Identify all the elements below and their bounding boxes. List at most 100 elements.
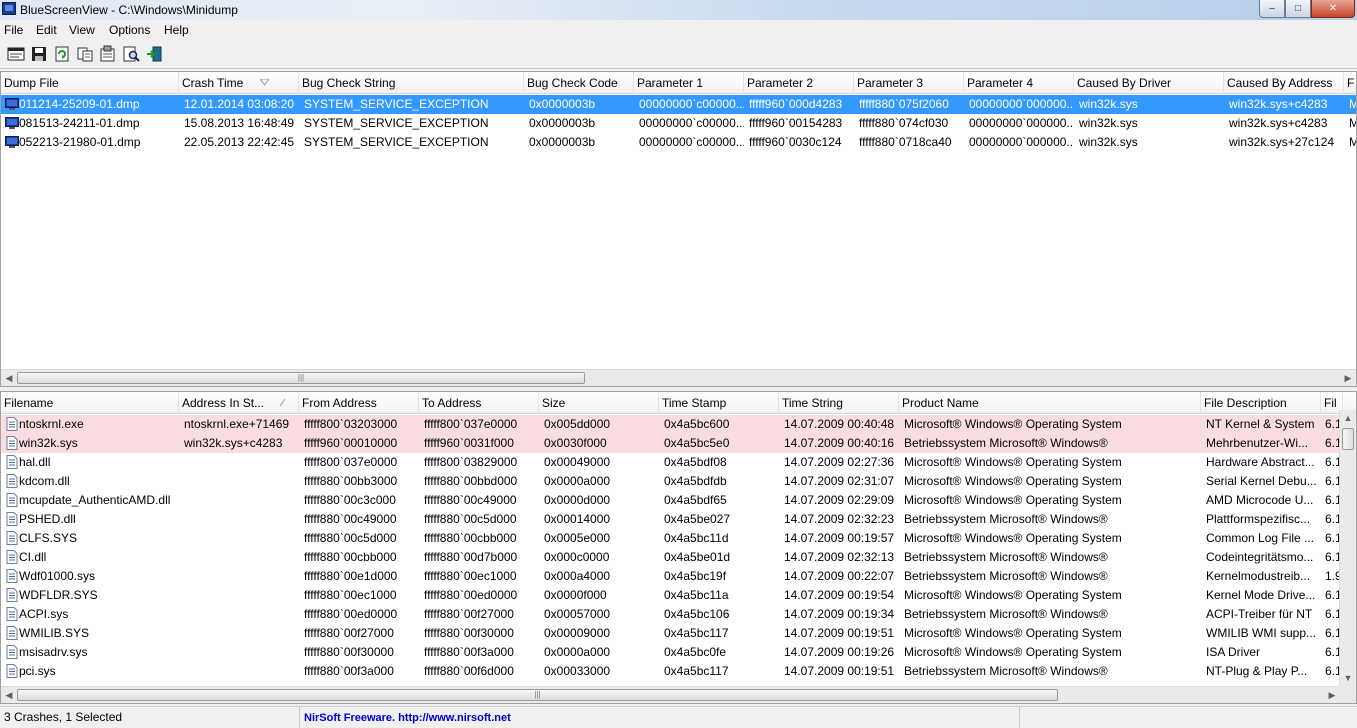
col-filename[interactable]: Filename bbox=[1, 392, 179, 414]
menu-edit[interactable]: Edit bbox=[36, 23, 57, 37]
table-cell: Mehrbenutzer-Wi... bbox=[1206, 436, 1309, 450]
table-row[interactable]: WMILIB.SYS fffff880`00f27000 fffff880`00f3… bbox=[1, 624, 1339, 643]
dump-list-hscrollbar[interactable]: ◀ ||| ▶ bbox=[1, 369, 1356, 386]
table-row[interactable]: hal.dll fffff800`037e0000 fffff800`0382900… bbox=[1, 453, 1339, 472]
table-cell: fffff800`037e0000 bbox=[424, 417, 518, 431]
table-cell: fffff880`00f3a000 bbox=[304, 664, 394, 678]
col-product-name[interactable]: Product Name bbox=[899, 392, 1201, 414]
table-row[interactable]: 052213-21980-01.dmp 22.05.2013 22:42:45 SY… bbox=[1, 133, 1356, 152]
table-row[interactable]: mcupdate_AuthenticAMD.dll fffff880`00c3c0… bbox=[1, 491, 1339, 510]
driver-file-icon bbox=[6, 436, 18, 450]
table-row[interactable]: win32k.sys win32k.sys+c4283 fffff960`00010… bbox=[1, 434, 1339, 453]
table-cell: 0x4a5bc117 bbox=[664, 664, 729, 678]
close-button[interactable]: ✕ bbox=[1311, 0, 1355, 18]
table-cell: win32k.sys+c4283 bbox=[1229, 116, 1328, 130]
table-row[interactable]: pci.sys fffff880`00f3a000 fffff880`00f6d00… bbox=[1, 662, 1339, 681]
col-crash-time[interactable]: Crash Time bbox=[179, 72, 299, 94]
col-more[interactable]: F bbox=[1344, 72, 1356, 94]
refresh-icon[interactable] bbox=[53, 45, 71, 63]
table-cell: Serial Kernel Debu... bbox=[1206, 474, 1317, 488]
table-cell bbox=[184, 453, 299, 472]
col-bug-check-string[interactable]: Bug Check String bbox=[299, 72, 524, 94]
col-from-address[interactable]: From Address bbox=[299, 392, 419, 414]
table-row[interactable]: Wdf01000.sys fffff880`00e1d000 fffff880`00… bbox=[1, 567, 1339, 586]
nirsoft-link[interactable]: NirSoft Freeware. http://www.nirsoft.net bbox=[304, 712, 511, 724]
menu-view[interactable]: View bbox=[69, 23, 95, 37]
table-row[interactable]: CI.dll fffff880`00cbb000 fffff880`00d7b000… bbox=[1, 548, 1339, 567]
table-cell: 14.07.2009 02:29:09 bbox=[784, 493, 895, 507]
col-caused-by-driver[interactable]: Caused By Driver bbox=[1074, 72, 1224, 94]
table-cell: fffff880`00f30000 bbox=[304, 645, 394, 659]
col-dump-file[interactable]: Dump File bbox=[1, 72, 179, 94]
col-parameter-4[interactable]: Parameter 4 bbox=[964, 72, 1074, 94]
table-cell: 0x0005e000 bbox=[544, 531, 611, 545]
driver-list-hscrollbar[interactable]: ◀ ||| ▶ bbox=[1, 686, 1340, 703]
find-icon[interactable] bbox=[122, 45, 140, 63]
copy-icon[interactable] bbox=[76, 45, 94, 63]
scroll-down-icon[interactable]: ▼ bbox=[1340, 670, 1356, 686]
scroll-right-icon[interactable]: ▶ bbox=[1324, 687, 1340, 703]
scroll-right-icon[interactable]: ▶ bbox=[1340, 370, 1356, 386]
table-cell: 0x4a5bc11a bbox=[664, 588, 729, 602]
driver-list-vscrollbar[interactable]: ▲ ▼ bbox=[1339, 410, 1356, 686]
drivers-list[interactable]: Filename Address In St... From Address T… bbox=[0, 391, 1357, 704]
col-size[interactable]: Size bbox=[539, 392, 659, 414]
table-cell: win32k.sys bbox=[1079, 135, 1138, 149]
table-row[interactable]: 081513-24211-01.dmp 15.08.2013 16:48:49 SY… bbox=[1, 114, 1356, 133]
save-icon[interactable] bbox=[30, 45, 48, 63]
table-cell: 0x4a5bdfdb bbox=[664, 474, 727, 488]
table-cell: 0x0000003b bbox=[529, 97, 596, 111]
maximize-button[interactable]: □ bbox=[1285, 0, 1311, 18]
table-row[interactable]: kdcom.dll fffff880`00bb3000 fffff880`00bbd… bbox=[1, 472, 1339, 491]
table-row[interactable]: WDFLDR.SYS fffff880`00ec1000 fffff880`00ed… bbox=[1, 586, 1339, 605]
exit-icon[interactable] bbox=[145, 45, 163, 63]
table-cell: fffff960`00154283 bbox=[749, 116, 843, 130]
col-caused-by-address[interactable]: Caused By Address bbox=[1224, 72, 1344, 94]
table-cell: 14.07.2009 02:32:13 bbox=[784, 550, 895, 564]
table-cell: WMILIB.SYS bbox=[19, 626, 90, 640]
table-row[interactable]: msisadrv.sys fffff880`00f30000 fffff880`00… bbox=[1, 643, 1339, 662]
table-cell: fffff880`00c5d000 bbox=[424, 512, 517, 526]
table-row[interactable]: CLFS.SYS fffff880`00c5d000 fffff880`00cbb0… bbox=[1, 529, 1339, 548]
dump-files-list[interactable]: Dump File Crash Time Bug Check String Bu… bbox=[0, 71, 1357, 387]
col-to-address[interactable]: To Address bbox=[419, 392, 539, 414]
scroll-left-icon[interactable]: ◀ bbox=[1, 370, 17, 386]
table-cell: 0x4a5bc5e0 bbox=[664, 436, 730, 450]
col-parameter-2[interactable]: Parameter 2 bbox=[744, 72, 854, 94]
driver-file-icon bbox=[6, 417, 18, 431]
scroll-up-icon[interactable]: ▲ bbox=[1340, 410, 1356, 426]
col-file-description[interactable]: File Description bbox=[1201, 392, 1321, 414]
table-cell: 0x0000003b bbox=[529, 116, 596, 130]
table-row[interactable]: PSHED.dll fffff880`00c49000 fffff880`00c5d… bbox=[1, 510, 1339, 529]
table-cell: fffff880`00c5d000 bbox=[304, 531, 397, 545]
table-cell: 0x4a5bc600 bbox=[664, 417, 730, 431]
scrollbar-thumb[interactable]: ||| bbox=[17, 689, 1058, 701]
col-time-stamp[interactable]: Time Stamp bbox=[659, 392, 779, 414]
menu-file[interactable]: File bbox=[4, 23, 23, 37]
col-parameter-3[interactable]: Parameter 3 bbox=[854, 72, 964, 94]
table-row[interactable]: ntoskrnl.exe ntoskrnl.exe+71469 fffff800`0… bbox=[1, 415, 1339, 434]
table-cell: 14.07.2009 00:40:16 bbox=[784, 436, 895, 450]
properties-icon[interactable] bbox=[99, 45, 117, 63]
table-cell: fffff880`00f27000 bbox=[424, 607, 514, 621]
table-cell: fffff880`00bbd000 bbox=[424, 474, 518, 488]
scrollbar-thumb[interactable]: ||| bbox=[17, 372, 585, 384]
table-cell: 052213-21980-01.dmp bbox=[19, 135, 141, 149]
menu-help[interactable]: Help bbox=[164, 23, 189, 37]
table-row[interactable]: 011214-25209-01.dmp 12.01.2014 03:08:20 SY… bbox=[1, 95, 1356, 114]
col-parameter-1[interactable]: Parameter 1 bbox=[634, 72, 744, 94]
scroll-left-icon[interactable]: ◀ bbox=[1, 687, 17, 703]
driver-file-icon bbox=[6, 531, 18, 545]
scrollbar-thumb[interactable] bbox=[1342, 428, 1354, 450]
col-bug-check-code[interactable]: Bug Check Code bbox=[524, 72, 634, 94]
html-report-icon[interactable] bbox=[7, 45, 25, 63]
table-cell: 6.1 bbox=[1325, 588, 1339, 602]
table-cell: 6.1 bbox=[1325, 455, 1339, 469]
minimize-button[interactable]: – bbox=[1259, 0, 1285, 18]
table-cell: 6.1 bbox=[1325, 531, 1339, 545]
table-cell: 6.1 bbox=[1325, 626, 1339, 640]
table-cell: 6.1 bbox=[1325, 417, 1339, 431]
menu-options[interactable]: Options bbox=[109, 23, 150, 37]
col-time-string[interactable]: Time String bbox=[779, 392, 899, 414]
table-row[interactable]: ACPI.sys fffff880`00ed0000 fffff880`00f270… bbox=[1, 605, 1339, 624]
